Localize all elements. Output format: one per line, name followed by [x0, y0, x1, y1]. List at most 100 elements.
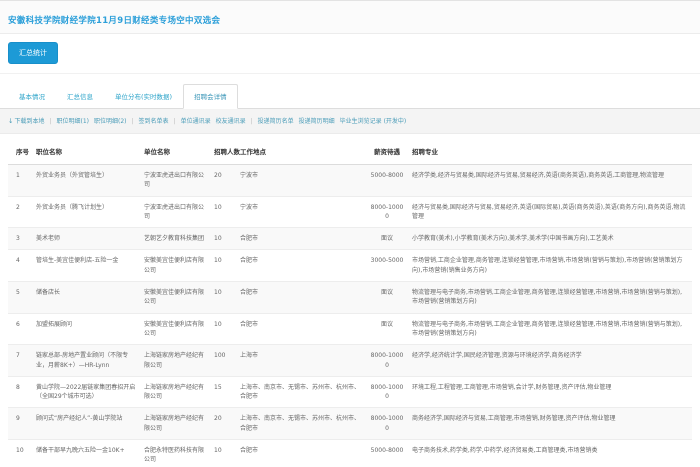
col-header-7: 招聘专业 — [408, 138, 692, 165]
cell-count: 10 — [210, 282, 236, 314]
cell-company: 宁波亚虎进出口有限公司 — [140, 196, 210, 228]
cell-location: 合肥市 — [236, 250, 366, 282]
job-row-4: 4管培生-美宜佳便利店-五险一金安徽美宜佳便利店有限公司10合肥市3000-50… — [8, 250, 692, 282]
export-link-7[interactable]: 投递简历名单 — [258, 118, 294, 125]
job-row-7: 7链家总部-房地产置业顾问（不限专业，月薪8K+）—HR-Lynn上海链家房地产… — [8, 345, 692, 377]
cell-title: 外贸业务员（腾飞计划生） — [32, 196, 140, 228]
download-icon: ↓ — [8, 117, 13, 125]
tab-3[interactable]: 单位分布(实时数据) — [104, 84, 183, 109]
cell-no: 3 — [8, 228, 32, 250]
cell-count: 100 — [210, 345, 236, 377]
job-row-3: 3美术老师艺朝艺夕教育科技集团10合肥市面议小学教育(美术),小学教育(美术方向… — [8, 228, 692, 250]
cell-salary: 面议 — [366, 282, 408, 314]
export-link-3[interactable]: 职位明细(2) — [94, 118, 127, 125]
page-title: 安徽科技学院财经学院11月9日财经类专场空中双选会 — [8, 16, 220, 26]
cell-company: 上海链家房地产经纪有限公司 — [140, 408, 210, 440]
tab-1[interactable]: 基本情况 — [8, 84, 56, 109]
col-header-4: 招聘人数 — [210, 138, 236, 165]
cell-company: 宁波亚虎进出口有限公司 — [140, 165, 210, 197]
cell-location: 合肥市 — [236, 228, 366, 250]
cell-majors: 经济与贸易类,国际经济与贸易,贸易经济,英语(国际贸易),英语(商务英语),英语… — [408, 196, 692, 228]
cell-salary: 8000-10000 — [366, 345, 408, 377]
cell-location: 上海市、南京市、无锡市、苏州市、杭州市、合肥市 — [236, 408, 366, 440]
cell-company: 上海链家房地产经纪有限公司 — [140, 376, 210, 408]
col-header-5: 工作地点 — [236, 138, 366, 165]
separator: | — [251, 118, 253, 125]
cell-title: 储备干部早九晚六五险一金10K+ — [32, 440, 140, 467]
col-header-6: 薪资待遇 — [366, 138, 408, 165]
export-link-8[interactable]: 投递简历明细 — [299, 118, 335, 125]
cell-company: 安徽美宜佳便利店有限公司 — [140, 250, 210, 282]
job-row-8: 8黄山学院—2022届链家集团春招开启（全国29个城市可选）上海链家房地产经纪有… — [8, 376, 692, 408]
cell-count: 15 — [210, 376, 236, 408]
cell-no: 9 — [8, 408, 32, 440]
cell-no: 4 — [8, 250, 32, 282]
cell-location: 合肥市 — [236, 440, 366, 467]
cell-no: 5 — [8, 282, 32, 314]
cell-majors: 市场营销,工商企业管理,商务管理,连锁经营管理,市场营销,市场营销(营销与策划)… — [408, 250, 692, 282]
cell-title: 链家总部-房地产置业顾问（不限专业，月薪8K+）—HR-Lynn — [32, 345, 140, 377]
tab-2[interactable]: 汇总信息 — [56, 84, 104, 109]
separator: | — [174, 118, 176, 125]
table-body: 1外贸业务员（外贸管培生）宁波亚虎进出口有限公司20宁波市5000-8000经济… — [8, 165, 692, 467]
cell-salary: 3000-5000 — [366, 250, 408, 282]
tab-4[interactable]: 招聘会详情 — [183, 84, 238, 109]
cell-location: 宁波市 — [236, 165, 366, 197]
job-row-2: 2外贸业务员（腾飞计划生）宁波亚虎进出口有限公司10宁波市8000-10000经… — [8, 196, 692, 228]
export-link-1[interactable]: ↓下载到本地 — [8, 118, 44, 125]
cell-title: 美术老师 — [32, 228, 140, 250]
separator: | — [49, 118, 51, 125]
separator: | — [132, 118, 134, 125]
cell-majors: 环境工程,工程管理,工商管理,市场营销,会计学,财务管理,资产评估,物业管理 — [408, 376, 692, 408]
title-bar: 安徽科技学院财经学院11月9日财经类专场空中双选会 — [0, 0, 700, 34]
cell-salary: 面议 — [366, 228, 408, 250]
cell-majors: 经济学类,经济与贸易类,国际经济与贸易,贸易经济,英语(商务英语),商务英语,工… — [408, 165, 692, 197]
cell-no: 8 — [8, 376, 32, 408]
cell-title: 管培生-美宜佳便利店-五险一金 — [32, 250, 140, 282]
button-row: 汇总统计 — [0, 34, 700, 74]
cell-no: 2 — [8, 196, 32, 228]
cell-majors: 商务经济学,国际经济与贸易,工商管理,市场营销,财务管理,资产评估,物业管理 — [408, 408, 692, 440]
cell-salary: 面议 — [366, 313, 408, 345]
cell-title: 黄山学院—2022届链家集团春招开启（全国29个城市可选） — [32, 376, 140, 408]
export-link-4[interactable]: 签到名单表 — [139, 118, 169, 125]
job-row-5: 5储备店长安徽美宜佳便利店有限公司10合肥市面议物流管理与电子商务,市场营销,工… — [8, 282, 692, 314]
cell-count: 20 — [210, 408, 236, 440]
col-header-1: 序号 — [8, 138, 32, 165]
cell-count: 10 — [210, 196, 236, 228]
job-row-10: 10储备干部早九晚六五险一金10K+合肥永特医药科技有限公司10合肥市5000-… — [8, 440, 692, 467]
export-link-6[interactable]: 校友通讯录 — [216, 118, 246, 125]
job-row-6: 6加盟拓展顾问安徽美宜佳便利店有限公司10合肥市面议物流管理与电子商务,市场营销… — [8, 313, 692, 345]
job-table-wrap: 序号职位名称单位名称招聘人数工作地点薪资待遇招聘专业 1外贸业务员（外贸管培生）… — [0, 134, 700, 467]
job-table: 序号职位名称单位名称招聘人数工作地点薪资待遇招聘专业 1外贸业务员（外贸管培生）… — [8, 138, 692, 467]
cell-company: 安徽美宜佳便利店有限公司 — [140, 282, 210, 314]
export-link-2[interactable]: 职位明细(1) — [57, 118, 90, 125]
cell-location: 合肥市 — [236, 282, 366, 314]
export-link-9[interactable]: 毕业生浏览记录 (开发中) — [340, 118, 407, 125]
cell-location: 上海市、南京市、无锡市、苏州市、杭州市、合肥市 — [236, 376, 366, 408]
summary-stats-button[interactable]: 汇总统计 — [8, 42, 58, 64]
cell-location: 合肥市 — [236, 313, 366, 345]
cell-no: 6 — [8, 313, 32, 345]
cell-salary: 5000-8000 — [366, 165, 408, 197]
cell-count: 10 — [210, 313, 236, 345]
col-header-3: 单位名称 — [140, 138, 210, 165]
cell-salary: 8000-10000 — [366, 376, 408, 408]
cell-location: 宁波市 — [236, 196, 366, 228]
cell-majors: 经济学,经济统计学,国民经济管理,资源与环境经济学,商务经济学 — [408, 345, 692, 377]
cell-salary: 8000-10000 — [366, 408, 408, 440]
col-header-2: 职位名称 — [32, 138, 140, 165]
cell-company: 艺朝艺夕教育科技集团 — [140, 228, 210, 250]
table-header-row: 序号职位名称单位名称招聘人数工作地点薪资待遇招聘专业 — [8, 138, 692, 165]
cell-majors: 小学教育(美术),小学教育(美术方向),美术学,美术学(中国书画方向),工艺美术 — [408, 228, 692, 250]
cell-count: 10 — [210, 440, 236, 467]
cell-count: 10 — [210, 228, 236, 250]
export-link-5[interactable]: 单位通讯录 — [181, 118, 211, 125]
cell-majors: 物流管理与电子商务,市场营销,工商企业管理,商务管理,连锁经营管理,市场营销,市… — [408, 282, 692, 314]
cell-no: 7 — [8, 345, 32, 377]
cell-title: 储备店长 — [32, 282, 140, 314]
export-actions-bar: ↓下载到本地 | 职位明细(1) 职位明细(2) | 签到名单表 | 单位通讯录校友通讯录 | 投… — [0, 109, 700, 134]
tab-bar: 基本情况汇总信息单位分布(实时数据)招聘会详情 — [0, 74, 700, 109]
cell-title: 外贸业务员（外贸管培生） — [32, 165, 140, 197]
cell-location: 上海市 — [236, 345, 366, 377]
